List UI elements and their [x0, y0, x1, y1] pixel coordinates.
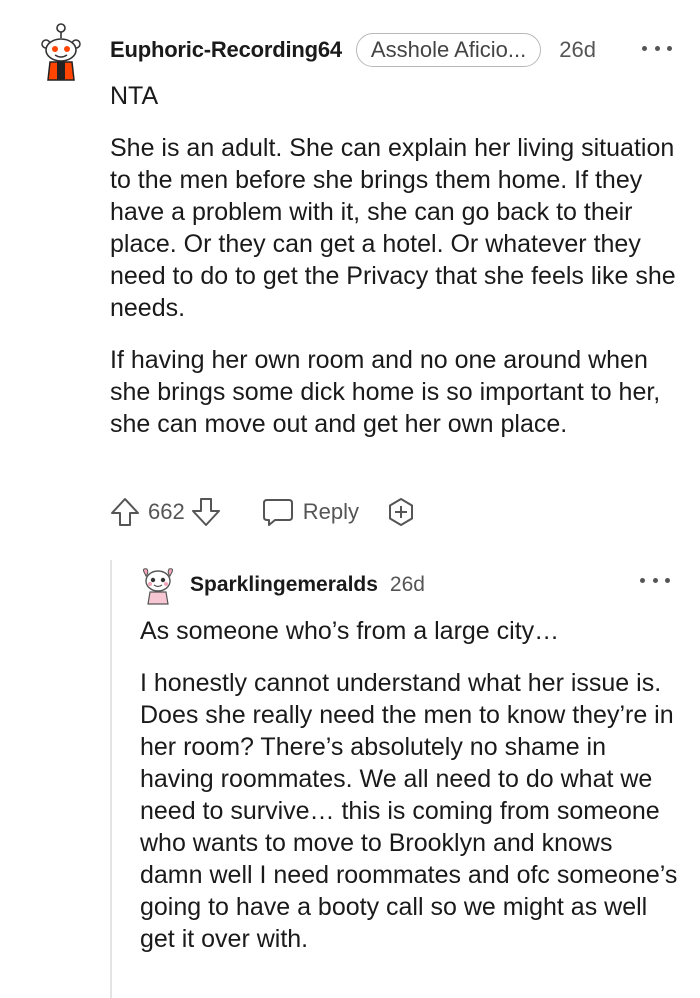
reply-username[interactable]: Sparklingemeralds: [190, 573, 378, 597]
reply-icon: [261, 497, 295, 527]
user-avatar[interactable]: [38, 22, 84, 82]
reply-user-avatar[interactable]: [140, 566, 176, 606]
thread-line[interactable]: [110, 560, 112, 998]
reply-more-options-icon[interactable]: [640, 575, 670, 585]
comment-age: 26d: [559, 37, 596, 62]
comment-paragraph: If having her own room and no one around…: [110, 346, 661, 438]
upvote-icon[interactable]: [110, 496, 140, 528]
snoo-avatar-icon: [41, 23, 81, 81]
more-options-icon[interactable]: [642, 43, 672, 53]
reply-age: 26d: [389, 573, 425, 596]
comment-paragraph: She is an adult. She can explain her liv…: [110, 134, 676, 322]
reply-header: Sparklingemeralds 26d: [190, 570, 425, 600]
reply-button[interactable]: Reply: [261, 497, 359, 527]
comment-header: Euphoric-Recording64 Asshole Aficio... 2…: [110, 33, 596, 67]
comment-actions: 662 Reply: [110, 492, 417, 532]
reply-paragraph: I honestly cannot understand what her is…: [140, 669, 678, 953]
reply-paragraph: As someone who’s from a large city…: [140, 617, 560, 645]
reply-label: Reply: [302, 499, 359, 524]
vote-score: 662: [148, 499, 185, 524]
snoo-avatar-icon: [142, 568, 174, 605]
user-flair: Asshole Aficio...: [355, 33, 542, 67]
award-icon[interactable]: [385, 496, 417, 528]
username[interactable]: Euphoric-Recording64: [110, 37, 342, 63]
comment-body: NTA She is an adult. She can explain her…: [110, 80, 680, 460]
downvote-icon[interactable]: [191, 496, 221, 528]
reply-body: As someone who’s from a large city… I ho…: [140, 615, 680, 975]
comment-paragraph: NTA: [110, 82, 159, 110]
